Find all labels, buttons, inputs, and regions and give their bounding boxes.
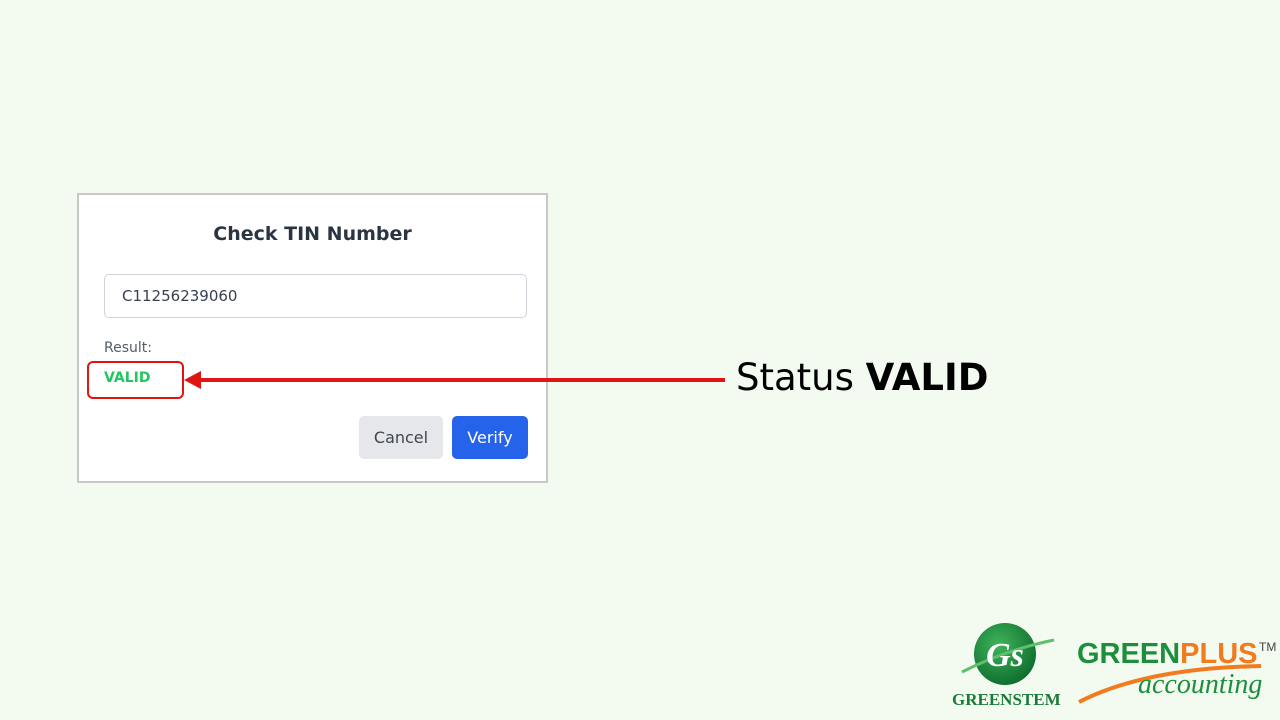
check-tin-dialog: Check TIN Number Result: VALID Cancel Ve… — [77, 193, 548, 483]
result-label: Result: — [104, 340, 152, 356]
greenplus-accounting: accounting — [1138, 669, 1263, 700]
greenplus-green: GREEN — [1077, 638, 1181, 670]
annotation-label: Status VALID — [736, 356, 989, 399]
status-value: VALID — [104, 370, 151, 386]
greenstem-name: GREENSTEM — [952, 690, 1061, 709]
dialog-title: Check TIN Number — [213, 223, 412, 245]
cancel-button[interactable]: Cancel — [359, 416, 443, 459]
greenplus-trademark: TM — [1259, 640, 1277, 654]
verify-button[interactable]: Verify — [452, 416, 528, 459]
tin-number-input[interactable] — [104, 274, 527, 318]
greenplus-orange: PLUS — [1180, 638, 1258, 670]
annotation-prefix: Status — [736, 356, 854, 399]
greenstem-monogram: Gs — [986, 637, 1024, 674]
annotation-emphasis: VALID — [865, 356, 989, 399]
greenplus-wordmark: GREENPLUS — [1077, 638, 1257, 671]
slide-canvas: Check TIN Number Result: VALID Cancel Ve… — [0, 0, 1280, 720]
